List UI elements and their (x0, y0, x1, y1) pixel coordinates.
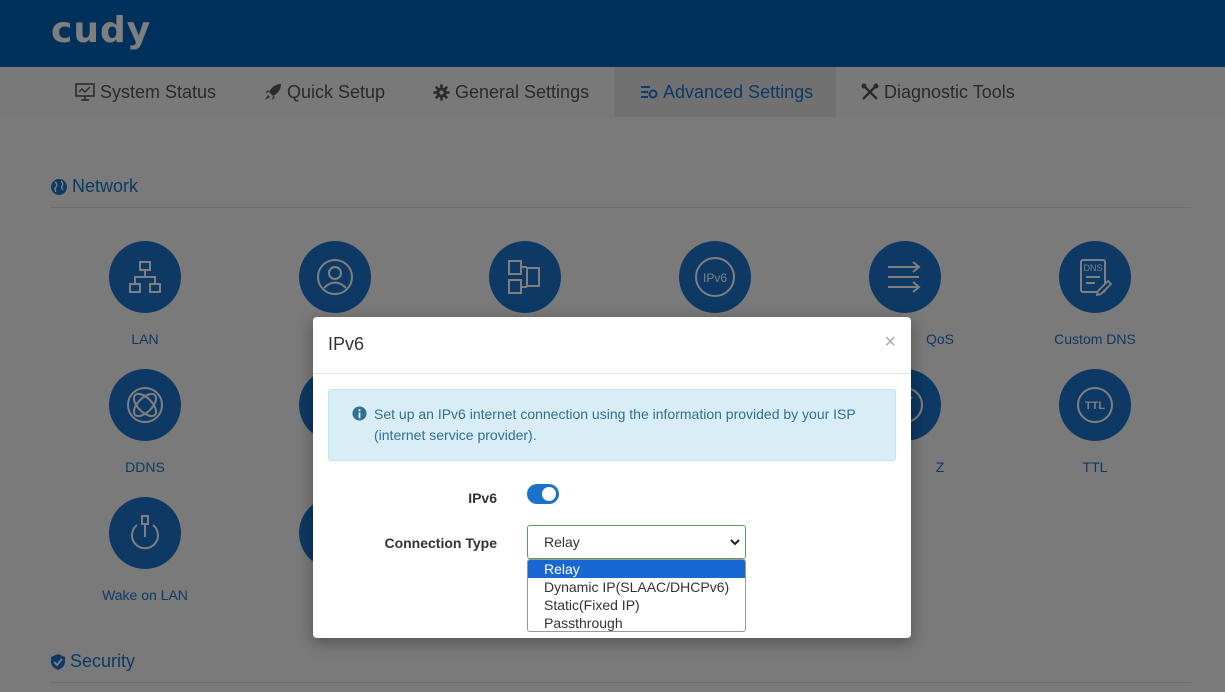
option-static-ip[interactable]: Static(Fixed IP) (528, 596, 745, 614)
modal-title: IPv6 (328, 334, 365, 354)
connection-type-label: Connection Type (384, 535, 497, 551)
ipv6-toggle[interactable] (527, 484, 559, 504)
info-text: Set up an IPv6 internet connection using… (374, 406, 856, 443)
info-icon (352, 406, 367, 421)
chevron-down-icon (730, 539, 740, 546)
modal-divider (313, 373, 911, 374)
connection-type-options: Relay Dynamic IP(SLAAC/DHCPv6) Static(Fi… (527, 559, 746, 632)
info-alert: Set up an IPv6 internet connection using… (328, 389, 896, 461)
option-dynamic-ip[interactable]: Dynamic IP(SLAAC/DHCPv6) (528, 578, 745, 596)
connection-type-select[interactable]: Relay (527, 525, 746, 559)
ipv6-field-label: IPv6 (468, 490, 497, 506)
close-button[interactable]: × (884, 331, 896, 354)
option-relay[interactable]: Relay (528, 560, 745, 578)
select-value: Relay (544, 534, 580, 550)
option-passthrough[interactable]: Passthrough (528, 614, 745, 631)
toggle-knob (542, 487, 556, 501)
